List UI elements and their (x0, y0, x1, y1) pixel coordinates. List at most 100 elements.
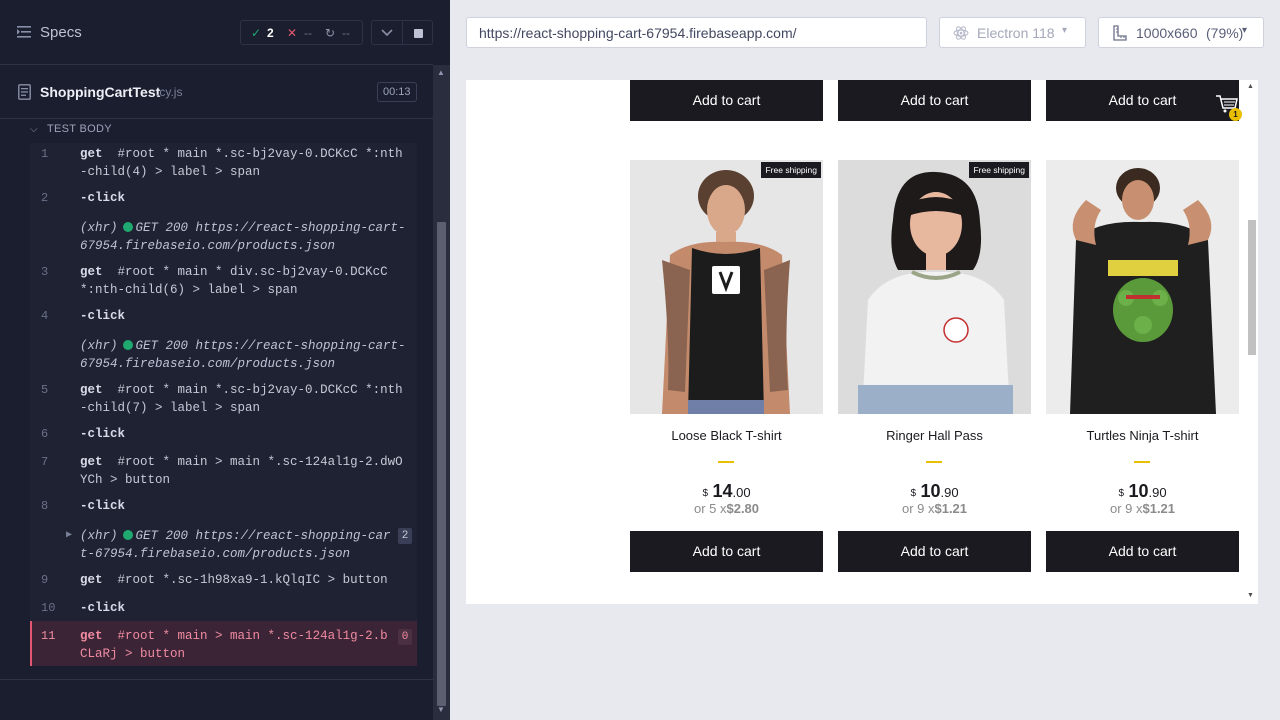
menu-icon[interactable] (17, 25, 33, 39)
product-image[interactable] (1046, 160, 1239, 414)
spec-file-extension: .cy.js (156, 85, 183, 99)
status-dot-icon (122, 530, 133, 540)
count-badge: 2 (398, 528, 412, 544)
pending-icon: ↻ (325, 26, 336, 40)
command-number: 4 (41, 309, 49, 323)
app-under-test-frame: Add to cart Add to cart Add to cart 1 Fr… (466, 80, 1258, 604)
scroll-down-icon[interactable]: ▼ (1247, 592, 1254, 599)
status-dot-icon (122, 340, 133, 350)
cross-icon: ✕ (287, 26, 298, 40)
chevron-down-icon (381, 29, 393, 37)
product-price: $ 10.90 (838, 481, 1031, 502)
product-price: $ 14.00 (630, 481, 823, 502)
add-to-cart-button[interactable]: Add to cart (1046, 80, 1239, 121)
add-to-cart-button[interactable]: Add to cart (630, 80, 823, 121)
command-number: 10 (41, 601, 56, 615)
status-dot-icon (122, 222, 133, 232)
command-log-panel: Specs ✓ 2 ✕ -- ↻ -- ShoppingCartTest .cy… (0, 0, 450, 720)
stop-button[interactable] (402, 20, 433, 45)
spec-file-name[interactable]: ShoppingCartTest (40, 84, 160, 100)
product-title: Ringer Hall Pass (886, 428, 983, 443)
chevron-down-icon: ⌵ (30, 124, 38, 135)
browser-selector[interactable]: Electron 118 ▾ (939, 17, 1086, 48)
command-message: #root * main > main *.sc-124al1g-2.bCLaR… (80, 629, 388, 661)
test-stats: ✓ 2 ✕ -- ↻ -- (240, 20, 363, 45)
chevron-right-icon[interactable]: ▶ (66, 527, 72, 545)
browser-name: Electron 118 (977, 25, 1055, 41)
price-integer: 10 (1128, 481, 1149, 501)
electron-icon (953, 26, 969, 40)
cart-quantity-badge: 1 (1229, 108, 1242, 121)
command-number: 3 (41, 265, 49, 279)
installments: or 5 x$2.80 (630, 501, 823, 516)
price-integer: 10 (920, 481, 941, 501)
ruler-icon (1113, 25, 1127, 41)
installment-value: $1.21 (934, 501, 968, 516)
duration-timer: 00:13 (377, 82, 417, 102)
url-bar[interactable]: https://react-shopping-cart-67954.fireba… (466, 17, 927, 48)
check-icon: ✓ (251, 26, 262, 40)
options-dropdown-button[interactable] (371, 20, 403, 45)
viewport-selector[interactable]: 1000x660 (79%) ▾ (1098, 17, 1264, 48)
price-decimal: .90 (1148, 485, 1167, 500)
chevron-down-icon: ▾ (1062, 25, 1068, 36)
installment-value: $1.21 (1142, 501, 1176, 516)
command-name: (xhr) (80, 221, 118, 235)
installments: or 9 x$1.21 (1046, 501, 1239, 516)
installments-prefix: or 5 x (693, 501, 727, 516)
scroll-down-icon[interactable]: ▼ (437, 705, 445, 714)
free-shipping-tag: Free shipping (761, 162, 821, 178)
currency: $ (702, 488, 708, 499)
command-number: 1 (41, 147, 49, 161)
command-list: 1 get #root * main *.sc-bj2vay-0.DCKcC *… (30, 143, 417, 666)
command-name: get (80, 147, 103, 161)
command-message: #root * main * div.sc-bj2vay-0.DCKcC *:n… (80, 265, 396, 297)
divider (1134, 461, 1150, 463)
command-message: #root * main *.sc-bj2vay-0.DCKcC *:nth-c… (80, 383, 403, 415)
product-title: Loose Black T-shirt (671, 428, 782, 443)
command-name: get (80, 383, 103, 397)
command-name: (xhr) (80, 339, 118, 353)
viewport-zoom: (79%) (1206, 25, 1244, 41)
command-log-scrollbar[interactable]: ▲ ▼ (433, 65, 450, 720)
scroll-up-icon[interactable]: ▲ (1247, 83, 1254, 90)
command-message: #root * main *.sc-bj2vay-0.DCKcC *:nth-c… (80, 147, 403, 179)
command-name: get (80, 455, 103, 469)
command-name: get (80, 573, 103, 587)
specs-label[interactable]: Specs (40, 24, 82, 41)
document-icon (18, 84, 31, 100)
installments-prefix: or 9 x (1109, 501, 1143, 516)
test-body-label: TEST BODY (47, 123, 112, 135)
product-title: Turtles Ninja T-shirt (1086, 428, 1199, 443)
price-decimal: .90 (940, 485, 959, 500)
add-to-cart-button[interactable]: Add to cart (838, 80, 1031, 121)
app-scrollbar[interactable]: ▲ ▼ (1243, 80, 1258, 604)
product-image[interactable]: Free shipping (630, 160, 823, 414)
command-number: 8 (41, 499, 49, 513)
failed-count: -- (304, 26, 312, 40)
installment-value: $2.80 (726, 501, 760, 516)
scroll-up-icon[interactable]: ▲ (437, 68, 445, 77)
command-number: 2 (41, 191, 49, 205)
scrollbar-thumb[interactable] (437, 222, 446, 706)
count-badge: 0 (398, 629, 412, 645)
command-number: 9 (41, 573, 49, 587)
add-to-cart-button[interactable]: Add to cart (630, 531, 823, 572)
command-number: 5 (41, 383, 49, 397)
add-to-cart-button[interactable]: Add to cart (1046, 531, 1239, 572)
command-name: -click (80, 499, 126, 513)
price-decimal: .00 (732, 485, 751, 500)
product-photo (838, 160, 1031, 414)
test-body-toggle[interactable]: ⌵ TEST BODY (30, 120, 417, 145)
specs-header: Specs ✓ 2 ✕ -- ↻ -- (0, 0, 433, 65)
command-name: get (80, 265, 103, 279)
command-name: -click (80, 191, 126, 205)
command-name: -click (80, 309, 126, 323)
command-row-failed[interactable]: 11 get #root * main > main *.sc-124al1g-… (30, 621, 417, 666)
divider (926, 461, 942, 463)
add-to-cart-button[interactable]: Add to cart (838, 531, 1031, 572)
viewport-size: 1000x660 (1136, 25, 1198, 41)
command-number: 11 (41, 629, 56, 643)
product-image[interactable]: Free shipping (838, 160, 1031, 414)
scrollbar-thumb[interactable] (1248, 220, 1256, 355)
